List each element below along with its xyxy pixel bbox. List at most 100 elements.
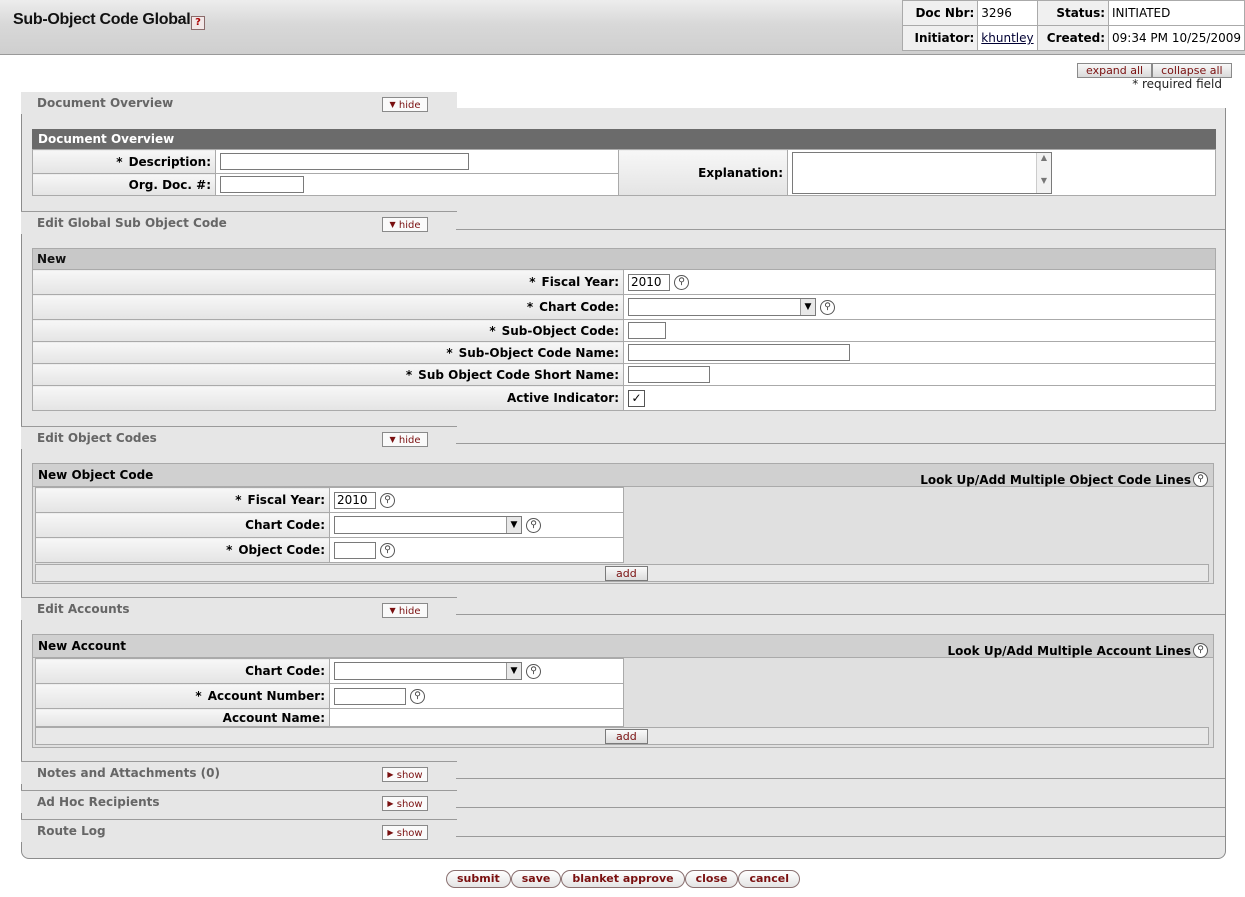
scroll-up-icon: ▲ (1040, 152, 1048, 162)
triangle-down-icon: ▼ (389, 220, 396, 229)
tab-edit-object-codes: Edit Object Codes ▼ hide (21, 426, 457, 449)
expand-collapse-controls: expand all collapse all (1077, 63, 1232, 78)
expand-all-button[interactable]: expand all (1077, 63, 1153, 78)
section-title: New (32, 248, 1216, 270)
initiator-link[interactable]: khuntley (981, 31, 1033, 45)
hide-button[interactable]: ▼ hide (382, 217, 428, 232)
initiator-label: Initiator: (901, 25, 979, 51)
explanation-textarea[interactable]: ▲ ▼ (792, 151, 1052, 194)
required-marker: * (116, 154, 123, 169)
sub-object-code-name-label: Sub-Object Code Name: (458, 345, 619, 360)
oc-fiscal-year-cell: ⚲ (329, 487, 624, 513)
required-marker: * (446, 345, 453, 360)
tab-notes-and-attachments: Notes and Attachments (0) ▶ show (21, 761, 457, 784)
fiscal-year-label: Fiscal Year: (541, 275, 620, 289)
action-buttons: submit save blanket approve close cancel (446, 870, 801, 888)
add-account-button[interactable]: add (605, 729, 648, 744)
short-name-cell (623, 363, 1216, 386)
collapse-all-button[interactable]: collapse all (1152, 63, 1232, 78)
tab-label: Edit Global Sub Object Code (37, 216, 227, 230)
search-icon[interactable]: ⚲ (674, 274, 689, 290)
cancel-button[interactable]: cancel (738, 870, 801, 888)
description-cell (215, 149, 619, 174)
help-icon[interactable]: ? (191, 16, 205, 30)
close-button[interactable]: close (684, 870, 739, 888)
save-button[interactable]: save (510, 870, 562, 888)
sub-object-code-name-input[interactable] (628, 344, 850, 361)
toggle-label: show (396, 770, 423, 781)
short-name-input[interactable] (628, 366, 710, 383)
toggle-label: hide (398, 606, 421, 617)
required-marker: * (529, 275, 536, 289)
tab-rule (456, 807, 1225, 808)
document-info-table: Doc Nbr: 3296 Status: INITIATED Initiato… (901, 0, 1245, 51)
search-icon[interactable]: ⚲ (1193, 643, 1208, 658)
lookup-multiple-object-codes[interactable]: Look Up/Add Multiple Object Code Lines ⚲ (920, 472, 1208, 487)
search-icon[interactable]: ⚲ (526, 663, 541, 679)
chart-code-select[interactable]: ▼ (334, 662, 522, 680)
acct-chart-code-cell: ▼ ⚲ (329, 658, 624, 684)
search-icon[interactable]: ⚲ (410, 688, 425, 704)
account-number-cell: ⚲ (329, 683, 624, 709)
chart-code-select[interactable]: ▼ (628, 298, 816, 316)
account-number-label-cell: * Account Number: (35, 683, 330, 709)
fiscal-year-input[interactable] (628, 273, 670, 291)
hide-button[interactable]: ▼ hide (382, 97, 428, 112)
edit-object-codes-section: New Object Code Look Up/Add Multiple Obj… (32, 463, 1214, 584)
submit-button[interactable]: submit (446, 870, 511, 888)
explanation-label: Explanation: (618, 149, 788, 196)
show-button[interactable]: ▶ show (382, 796, 428, 811)
blanket-approve-button[interactable]: blanket approve (561, 870, 685, 888)
org-doc-input[interactable] (220, 176, 304, 193)
tab-rule (456, 229, 1225, 230)
tab-route-log: Route Log ▶ show (21, 819, 457, 842)
tab-label: Notes and Attachments (0) (37, 766, 220, 780)
object-code-input[interactable] (334, 541, 376, 559)
tab-rule (456, 614, 1225, 615)
description-input[interactable] (220, 153, 469, 170)
show-button[interactable]: ▶ show (382, 767, 428, 782)
tab-label: Edit Object Codes (37, 431, 157, 445)
search-icon[interactable]: ⚲ (820, 299, 835, 315)
hide-button[interactable]: ▼ hide (382, 603, 428, 618)
add-object-code-button[interactable]: add (605, 566, 648, 581)
edit-global-table: *Fiscal Year: ⚲ *Chart Code: ▼⚲ *Sub-Obj… (32, 269, 1216, 411)
triangle-down-icon: ▼ (389, 100, 396, 109)
sub-object-code-label: Sub-Object Code: (501, 323, 619, 338)
hide-button[interactable]: ▼ hide (382, 432, 428, 447)
chart-code-select[interactable]: ▼ (334, 516, 522, 534)
sub-object-code-name-cell (623, 341, 1216, 364)
search-icon[interactable]: ⚲ (380, 542, 395, 558)
account-name-value (329, 708, 624, 727)
triangle-down-icon: ▼ (389, 435, 396, 444)
toggle-label: hide (398, 435, 421, 446)
toggle-label: hide (398, 220, 421, 231)
active-indicator-checkbox[interactable]: ✓ (628, 389, 645, 407)
fiscal-year-label-cell: * Fiscal Year: (32, 269, 624, 295)
textarea-scrollbar[interactable]: ▲ ▼ (1036, 152, 1051, 193)
oc-chart-code-cell: ▼ ⚲ (329, 512, 624, 538)
oc-object-code-cell: ⚲ (329, 537, 624, 563)
account-number-input[interactable] (334, 687, 406, 705)
status-label: Status: (1036, 0, 1110, 26)
tab-label: Ad Hoc Recipients (37, 795, 160, 809)
sub-object-code-input[interactable] (628, 322, 666, 339)
search-icon[interactable]: ⚲ (526, 517, 541, 533)
search-icon[interactable]: ⚲ (1193, 472, 1208, 487)
section-header: New Account Look Up/Add Multiple Account… (33, 635, 1213, 658)
created-value: 09:34 PM 10/25/2009 (1108, 25, 1245, 51)
active-indicator-label: Active Indicator: (32, 385, 624, 411)
oc-object-code-label-cell: * Object Code: (35, 537, 330, 563)
document-overview-table: * Description: Explanation: ▲ ▼ Org. Doc. … (32, 149, 1216, 196)
fiscal-year-input[interactable] (334, 491, 376, 509)
description-label-cell: * Description: (32, 149, 216, 174)
chart-code-label-cell: * Chart Code: (32, 294, 624, 320)
lookup-multiple-accounts[interactable]: Look Up/Add Multiple Account Lines ⚲ (948, 643, 1208, 658)
show-button[interactable]: ▶ show (382, 825, 428, 840)
org-doc-cell (215, 173, 619, 196)
object-code-label: Object Code: (238, 543, 325, 557)
tab-edit-global-sub-object-code: Edit Global Sub Object Code ▼ hide (21, 211, 457, 234)
created-label: Created: (1036, 25, 1110, 51)
search-icon[interactable]: ⚲ (380, 492, 395, 508)
fiscal-year-label: Fiscal Year: (247, 493, 326, 507)
